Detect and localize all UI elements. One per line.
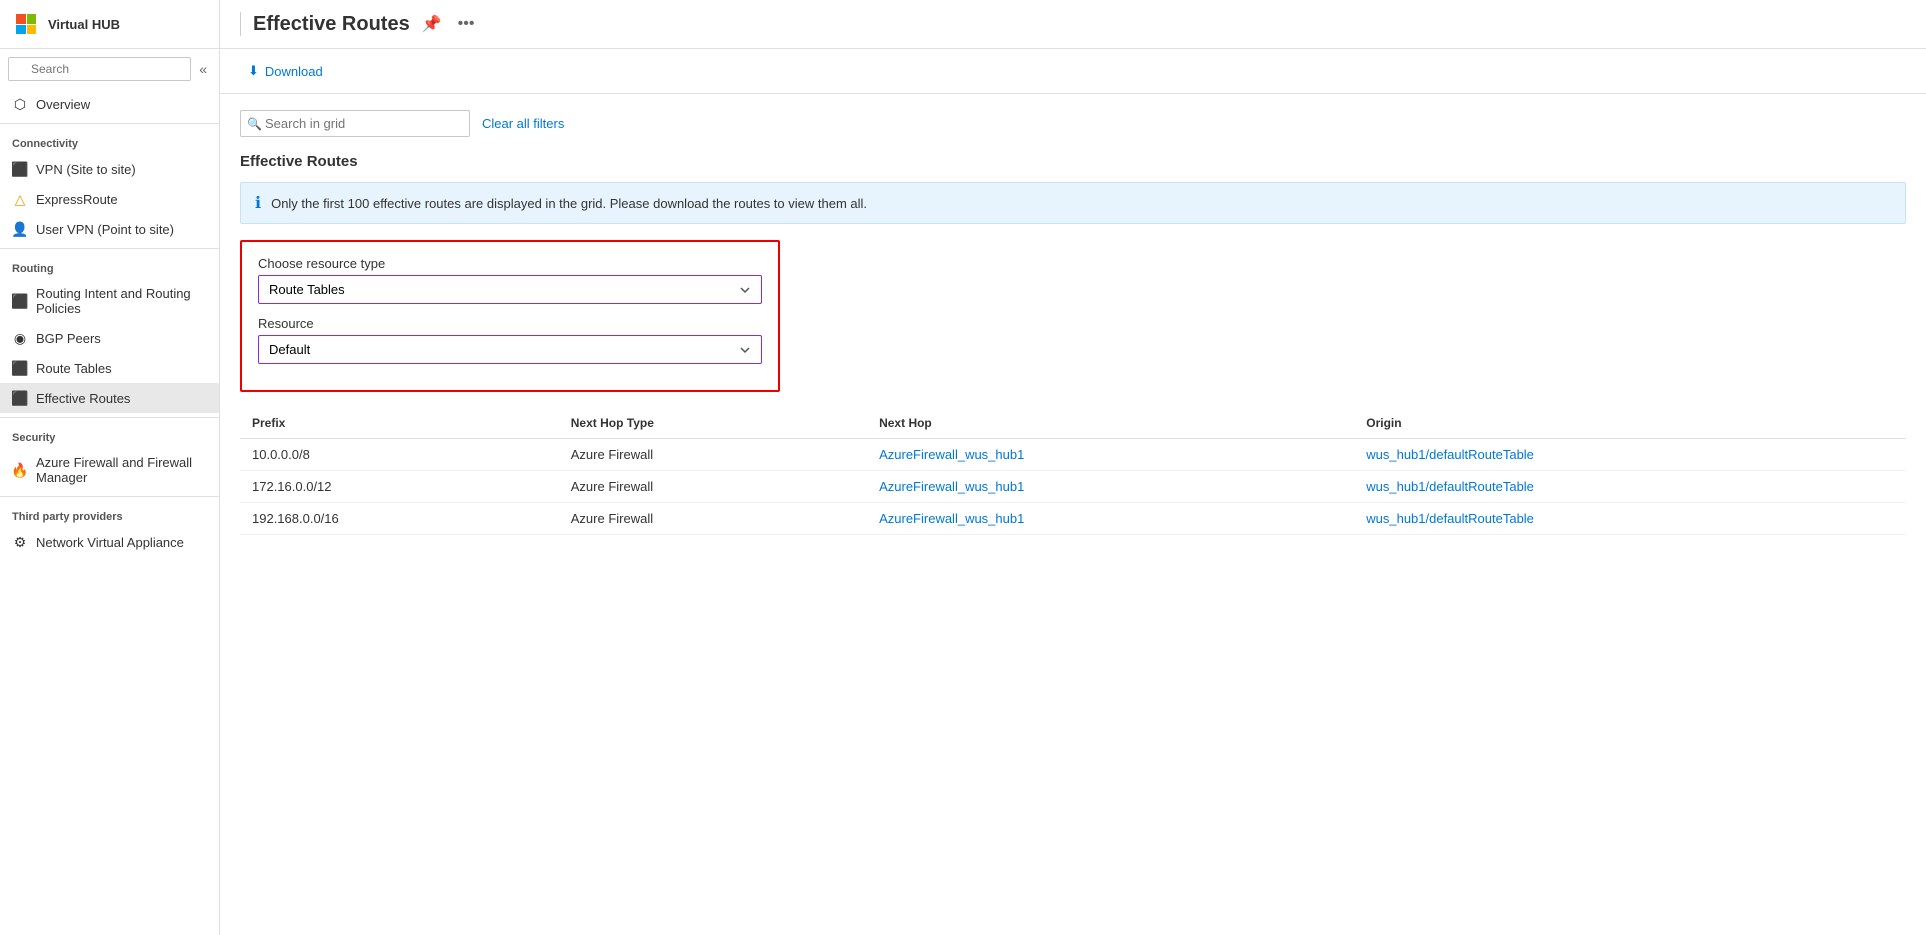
col-next-hop: Next Hop [867,408,1354,439]
next-hop-link: AzureFirewall_wus_hub1 [879,479,1024,494]
content-area: 🔍 Clear all filters Effective Routes ℹ O… [220,94,1926,935]
origin-link: wus_hub1/defaultRouteTable [1366,447,1534,462]
col-next-hop-type: Next Hop Type [559,408,867,439]
table-header: Prefix Next Hop Type Next Hop Origin [240,408,1906,439]
sidebar-item-nva[interactable]: ⚙ Network Virtual Appliance [0,527,219,557]
table-body: 10.0.0.0/8 Azure Firewall AzureFirewall_… [240,439,1906,535]
cell-prefix: 10.0.0.0/8 [240,439,559,471]
sidebar-item-azure-firewall-label: Azure Firewall and Firewall Manager [36,455,207,485]
sidebar-header: Virtual HUB [0,0,219,49]
sidebar-item-azure-firewall[interactable]: 🔥 Azure Firewall and Firewall Manager [0,448,219,492]
azure-firewall-icon: 🔥 [12,462,28,478]
resource-selector-box: Choose resource type Route Tables VPN Ga… [240,240,780,392]
download-label: Download [265,64,323,79]
sidebar-item-vpn[interactable]: ⬛ VPN (Site to site) [0,154,219,184]
resource-label: Resource [258,316,762,331]
routing-intent-icon: ⬛ [12,293,28,309]
cell-next-hop-type: Azure Firewall [559,439,867,471]
resource-type-label: Choose resource type [258,256,762,271]
info-message: Only the first 100 effective routes are … [271,196,867,211]
filter-row: 🔍 Clear all filters [240,110,1906,137]
bgp-icon: ◉ [12,330,28,346]
sidebar-item-expressroute-label: ExpressRoute [36,192,118,207]
info-icon: ℹ [255,193,261,213]
toolbar: ⬇ Download [220,49,1926,94]
sidebar-item-overview[interactable]: ⬡ Overview [0,89,219,119]
sidebar-collapse-button[interactable]: « [195,57,211,81]
download-icon: ⬇ [248,63,259,79]
download-button[interactable]: ⬇ Download [240,59,331,83]
info-banner: ℹ Only the first 100 effective routes ar… [240,182,1906,224]
route-tables-icon: ⬛ [12,360,28,376]
col-prefix: Prefix [240,408,559,439]
sidebar-item-effective-routes-label: Effective Routes [36,391,130,406]
connectivity-section-label: Connectivity [0,128,219,154]
page-title: Effective Routes [253,13,410,36]
cell-origin[interactable]: wus_hub1/defaultRouteTable [1354,471,1906,503]
sidebar-item-routing-intent-label: Routing Intent and Routing Policies [36,286,207,316]
pin-icon: 📌 [422,14,442,34]
header-divider [240,12,241,36]
expressroute-icon: △ [12,191,28,207]
sidebar-item-user-vpn[interactable]: 👤 User VPN (Point to site) [0,214,219,244]
table-row: 192.168.0.0/16 Azure Firewall AzureFirew… [240,503,1906,535]
cell-next-hop[interactable]: AzureFirewall_wus_hub1 [867,439,1354,471]
cell-next-hop[interactable]: AzureFirewall_wus_hub1 [867,471,1354,503]
cell-prefix: 192.168.0.0/16 [240,503,559,535]
sidebar-item-vpn-label: VPN (Site to site) [36,162,136,177]
cell-origin[interactable]: wus_hub1/defaultRouteTable [1354,439,1906,471]
search-grid-input[interactable] [240,110,470,137]
resource-select[interactable]: Default [258,335,762,364]
sidebar-item-effective-routes[interactable]: ⬛ Effective Routes [0,383,219,413]
sidebar-item-routing-intent[interactable]: ⬛ Routing Intent and Routing Policies [0,279,219,323]
overview-icon: ⬡ [12,96,28,112]
more-icon: ••• [458,15,475,33]
user-vpn-icon: 👤 [12,221,28,237]
more-options-button[interactable]: ••• [454,11,479,37]
app-logo [12,10,40,38]
cell-next-hop-type: Azure Firewall [559,471,867,503]
sidebar-item-bgp-peers[interactable]: ◉ BGP Peers [0,323,219,353]
search-grid-wrap: 🔍 [240,110,470,137]
sidebar-search-input[interactable] [8,57,191,81]
effective-routes-icon: ⬛ [12,390,28,406]
routes-table: Prefix Next Hop Type Next Hop Origin 10.… [240,408,1906,535]
routing-section-label: Routing [0,253,219,279]
table-row: 10.0.0.0/8 Azure Firewall AzureFirewall_… [240,439,1906,471]
app-title: Virtual HUB [48,17,120,32]
sidebar-item-bgp-peers-label: BGP Peers [36,331,101,346]
pin-button[interactable]: 📌 [418,10,446,38]
origin-link: wus_hub1/defaultRouteTable [1366,479,1534,494]
sidebar-search-row: 🔍 « [0,49,219,89]
section-title: Effective Routes [240,153,1906,170]
nva-icon: ⚙ [12,534,28,550]
page-header: Effective Routes 📌 ••• [220,0,1926,49]
table-row: 172.16.0.0/12 Azure Firewall AzureFirewa… [240,471,1906,503]
clear-filters-link[interactable]: Clear all filters [482,116,564,131]
sidebar-item-user-vpn-label: User VPN (Point to site) [36,222,174,237]
main-content: Effective Routes 📌 ••• ⬇ Download 🔍 Clea… [220,0,1926,935]
cell-prefix: 172.16.0.0/12 [240,471,559,503]
next-hop-link: AzureFirewall_wus_hub1 [879,447,1024,462]
security-section-label: Security [0,422,219,448]
sidebar-item-route-tables-label: Route Tables [36,361,112,376]
sidebar-item-expressroute[interactable]: △ ExpressRoute [0,184,219,214]
next-hop-link: AzureFirewall_wus_hub1 [879,511,1024,526]
sidebar-item-nva-label: Network Virtual Appliance [36,535,184,550]
cell-next-hop-type: Azure Firewall [559,503,867,535]
sidebar-search-wrap: 🔍 [8,57,191,81]
resource-type-select[interactable]: Route Tables VPN Gateways ExpressRoute G… [258,275,762,304]
vpn-icon: ⬛ [12,161,28,177]
cell-next-hop[interactable]: AzureFirewall_wus_hub1 [867,503,1354,535]
sidebar-item-route-tables[interactable]: ⬛ Route Tables [0,353,219,383]
search-grid-icon: 🔍 [247,117,262,131]
origin-link: wus_hub1/defaultRouteTable [1366,511,1534,526]
cell-origin[interactable]: wus_hub1/defaultRouteTable [1354,503,1906,535]
sidebar: Virtual HUB 🔍 « ⬡ Overview Connectivity … [0,0,220,935]
col-origin: Origin [1354,408,1906,439]
sidebar-item-overview-label: Overview [36,97,90,112]
third-party-section-label: Third party providers [0,501,219,527]
